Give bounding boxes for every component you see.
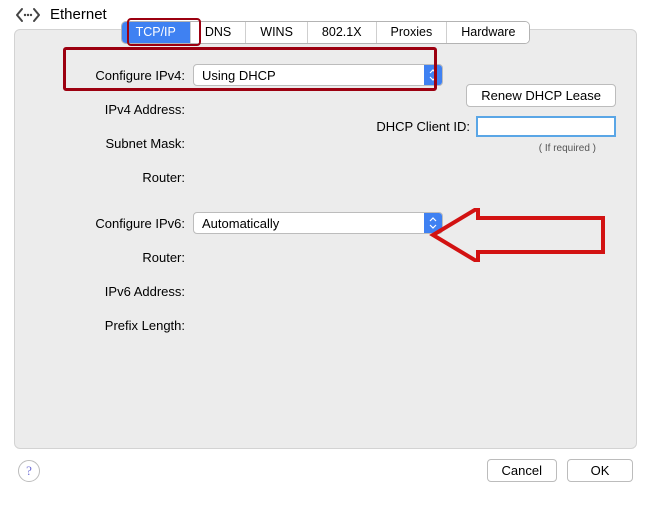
router-label: Router: — [35, 170, 193, 185]
tab-hardware[interactable]: Hardware — [447, 22, 529, 43]
settings-panel: TCP/IP DNS WINS 802.1X Proxies Hardware … — [14, 29, 637, 449]
cancel-button[interactable]: Cancel — [487, 459, 557, 482]
configure-ipv6-label: Configure IPv6: — [35, 216, 193, 231]
chevron-up-down-icon — [424, 213, 442, 233]
configure-ipv4-label: Configure IPv4: — [35, 68, 193, 83]
tab-tcpip[interactable]: TCP/IP — [122, 22, 191, 43]
prefix-length-label: Prefix Length: — [35, 318, 193, 333]
ipv6-router-label: Router: — [35, 250, 193, 265]
renew-dhcp-button[interactable]: Renew DHCP Lease — [466, 84, 616, 107]
configure-ipv6-value: Automatically — [194, 216, 424, 231]
dhcp-client-id-label: DHCP Client ID: — [376, 119, 476, 134]
configure-ipv4-select[interactable]: Using DHCP — [193, 64, 443, 86]
if-required-label: ( If required ) — [539, 143, 596, 154]
subnet-mask-label: Subnet Mask: — [35, 136, 193, 151]
ipv6-address-label: IPv6 Address: — [35, 284, 193, 299]
tab-wins[interactable]: WINS — [246, 22, 308, 43]
tab-proxies[interactable]: Proxies — [377, 22, 448, 43]
tab-dns[interactable]: DNS — [191, 22, 246, 43]
dhcp-client-id-input[interactable] — [476, 116, 616, 137]
ipv4-address-label: IPv4 Address: — [35, 102, 193, 117]
help-button[interactable]: ? — [18, 460, 40, 482]
ok-button[interactable]: OK — [567, 459, 633, 482]
tab-bar: TCP/IP DNS WINS 802.1X Proxies Hardware — [121, 21, 531, 44]
configure-ipv4-value: Using DHCP — [194, 68, 424, 83]
chevron-up-down-icon — [424, 65, 442, 85]
configure-ipv6-select[interactable]: Automatically — [193, 212, 443, 234]
tab-8021x[interactable]: 802.1X — [308, 22, 377, 43]
